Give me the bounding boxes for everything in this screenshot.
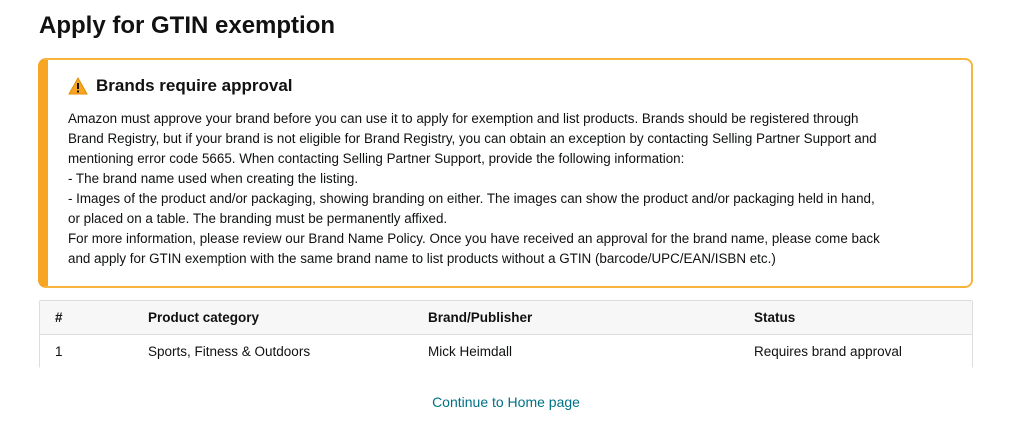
brand-approval-alert: Brands require approval Amazon must appr…	[38, 58, 973, 288]
alert-line: Amazon must approve your brand before yo…	[68, 111, 859, 126]
alert-line: For more information, please review our …	[68, 231, 880, 246]
alert-line: - The brand name used when creating the …	[68, 171, 359, 186]
row-number: 1	[55, 344, 63, 359]
alert-line: - Images of the product and/or packaging…	[68, 191, 875, 206]
row-brand-publisher: Mick Heimdall	[428, 344, 513, 359]
row-status: Requires brand approval	[754, 344, 902, 359]
table-header-row: # Product category Brand/Publisher Statu…	[40, 301, 972, 335]
page-title: Apply for GTIN exemption	[39, 12, 336, 39]
alert-line: or placed on a table. The branding must …	[68, 211, 448, 226]
exemption-table: # Product category Brand/Publisher Statu…	[39, 300, 973, 368]
alert-line: Brand Registry, but if your brand is not…	[68, 131, 877, 146]
alert-line: mentioning error code 5665. When contact…	[68, 151, 685, 166]
alert-body: Amazon must approve your brand before yo…	[68, 109, 963, 269]
alert-line: and apply for GTIN exemption with the sa…	[68, 251, 776, 266]
table-row: 1 Sports, Fitness & Outdoors Mick Heimda…	[40, 335, 972, 368]
warning-icon	[68, 76, 88, 95]
alert-header: Brands require approval	[68, 74, 293, 98]
column-header-number: #	[55, 310, 63, 325]
column-header-status: Status	[754, 310, 796, 325]
row-product-category: Sports, Fitness & Outdoors	[148, 344, 311, 359]
column-header-brand-publisher: Brand/Publisher	[428, 310, 533, 325]
continue-to-home-link[interactable]: Continue to Home page	[0, 394, 1012, 410]
alert-title: Brands require approval	[96, 76, 293, 95]
column-header-product-category: Product category	[148, 310, 260, 325]
